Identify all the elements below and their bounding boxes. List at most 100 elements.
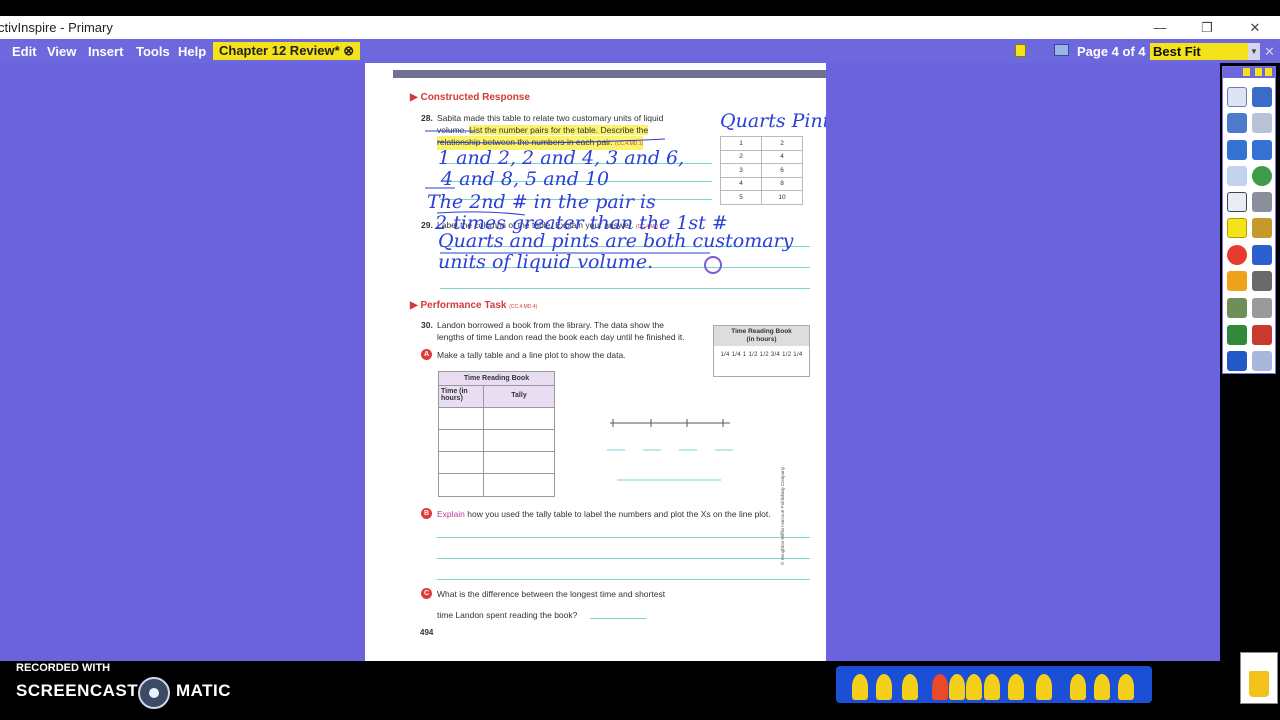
answer-line bbox=[440, 267, 810, 268]
pen-red-icon[interactable] bbox=[932, 674, 948, 700]
pen-yellow-icon[interactable] bbox=[902, 674, 918, 700]
select-icon[interactable] bbox=[1227, 192, 1247, 212]
q29-number: 29. bbox=[421, 220, 433, 230]
next-page-icon[interactable] bbox=[1252, 140, 1272, 160]
main-menu-icon[interactable] bbox=[1227, 87, 1247, 107]
table-row: 36 bbox=[720, 163, 803, 178]
eraser-icon[interactable] bbox=[1227, 245, 1247, 265]
table-cell: 2 bbox=[761, 136, 803, 151]
part-c-badge: C bbox=[421, 588, 432, 599]
menu-insert[interactable]: Insert bbox=[88, 44, 123, 59]
table-cell: 1 bbox=[720, 136, 762, 151]
table-row[interactable] bbox=[439, 430, 554, 452]
toolbox-close-icon[interactable] bbox=[1265, 68, 1272, 76]
table-row: 5 10 bbox=[720, 190, 803, 205]
table-cell: 8 bbox=[761, 176, 803, 191]
close-flipchart-icon[interactable]: ✕ bbox=[1264, 44, 1275, 60]
magic-ink-icon[interactable] bbox=[1252, 192, 1272, 212]
tally-col-tally: Tally bbox=[511, 392, 527, 399]
section1-title: Constructed Response bbox=[420, 92, 530, 103]
pen-yellow-icon[interactable] bbox=[1094, 674, 1110, 700]
trash-icon[interactable] bbox=[1249, 671, 1269, 697]
close-button[interactable]: ✕ bbox=[1241, 18, 1269, 38]
tab-close-icon[interactable]: ⊗ bbox=[343, 43, 354, 58]
highlighter-icon[interactable] bbox=[1252, 218, 1272, 238]
q28-line2b: List the number pairs for the table. Des… bbox=[469, 125, 649, 135]
q29-text: Label the columns of the table. Explain … bbox=[437, 219, 664, 233]
q29-text-main: Label the columns of the table. Explain … bbox=[437, 220, 634, 230]
toolbox-menu-icon[interactable] bbox=[1255, 68, 1262, 76]
table-row[interactable] bbox=[439, 408, 554, 430]
desktop-tools-icon[interactable] bbox=[1227, 113, 1247, 133]
table-row[interactable] bbox=[439, 474, 554, 496]
pen-yellow-icon[interactable] bbox=[949, 674, 965, 700]
toolbox-pin-icon[interactable] bbox=[1243, 68, 1250, 76]
restore-button[interactable]: ❐ bbox=[1193, 18, 1221, 38]
reset-icon[interactable] bbox=[1252, 325, 1272, 345]
worksheet-page[interactable]: ▶ Constructed Response 28. Sabita made t… bbox=[365, 63, 826, 661]
minimize-button[interactable]: — bbox=[1146, 18, 1174, 38]
menu-help[interactable]: Help bbox=[178, 44, 206, 59]
menu-view[interactable]: View bbox=[47, 44, 76, 59]
chevron-down-icon[interactable]: ▼ bbox=[1248, 43, 1260, 60]
pen-yellow-icon[interactable] bbox=[876, 674, 892, 700]
quarts-pints-body: 1 2 2 4 3 6 4 8 5 10 bbox=[720, 136, 803, 205]
part-b-body: how you used the tally table to label th… bbox=[467, 509, 771, 519]
text-icon[interactable] bbox=[1252, 271, 1272, 291]
toolbox-header[interactable] bbox=[1223, 67, 1275, 78]
answer-line bbox=[437, 579, 810, 580]
table-row[interactable] bbox=[439, 452, 554, 474]
q28-number: 28. bbox=[421, 113, 433, 123]
q28-line2: volume. List the number pairs for the ta… bbox=[437, 124, 649, 136]
table-row: 12 bbox=[720, 136, 803, 151]
pen-yellow-icon[interactable] bbox=[852, 674, 868, 700]
recorder-brand-right: MATIC bbox=[176, 681, 232, 700]
tally-header-row: Time (in hours) Tally bbox=[439, 386, 554, 408]
recorder-logo-icon bbox=[138, 677, 170, 709]
menu-tools[interactable]: Tools bbox=[136, 44, 170, 59]
camera-icon[interactable] bbox=[1252, 298, 1272, 318]
title-bar: ctivInspire - Primary — ❐ ✕ bbox=[0, 16, 1280, 39]
answer-line bbox=[440, 181, 712, 182]
play-icon[interactable] bbox=[1227, 166, 1247, 186]
table-cell: 3 bbox=[720, 163, 762, 178]
pen-yellow-icon[interactable] bbox=[984, 674, 1000, 700]
line-plot[interactable] bbox=[605, 415, 735, 485]
page-lock-icon[interactable] bbox=[1015, 44, 1026, 57]
undo-icon[interactable] bbox=[1227, 351, 1247, 371]
hw-line6: units of liquid volume. bbox=[438, 251, 653, 273]
pen-yellow-icon[interactable] bbox=[966, 674, 982, 700]
shape-icon[interactable] bbox=[1227, 271, 1247, 291]
pen-yellow-icon[interactable] bbox=[1036, 674, 1052, 700]
section2-title: Performance Task bbox=[420, 300, 507, 311]
section2-standard: (CC.4.MD.4) bbox=[509, 304, 538, 310]
answer-line bbox=[440, 246, 810, 247]
part-c-line1: What is the difference between the longe… bbox=[437, 589, 666, 599]
fill-icon[interactable] bbox=[1252, 245, 1272, 265]
document-tab-label: Chapter 12 Review* bbox=[219, 43, 340, 58]
section-performance-task: ▶ Performance Task (CC.4.MD.4) bbox=[410, 300, 538, 311]
redo-icon[interactable] bbox=[1252, 351, 1272, 371]
pen-yellow-icon[interactable] bbox=[1008, 674, 1024, 700]
resource-library-icon[interactable] bbox=[1227, 298, 1247, 318]
page-browser-icon[interactable] bbox=[1054, 44, 1069, 56]
part-b-text: Explain how you used the tally table to … bbox=[437, 508, 771, 520]
answer-line bbox=[437, 537, 810, 538]
answer-line bbox=[590, 618, 646, 619]
menu-edit[interactable]: Edit bbox=[12, 44, 37, 59]
document-tab[interactable]: Chapter 12 Review* ⊗ bbox=[213, 42, 361, 60]
pen-yellow-icon[interactable] bbox=[1070, 674, 1086, 700]
pen-yellow-icon[interactable] bbox=[1118, 674, 1134, 700]
part-b-lead: Explain bbox=[437, 509, 465, 519]
desktop-annotate-icon[interactable] bbox=[1252, 166, 1272, 186]
pen-icon[interactable] bbox=[1227, 218, 1247, 238]
tools-icon[interactable] bbox=[1252, 113, 1272, 133]
table-row: 48 bbox=[720, 176, 803, 191]
quarts-pints-table: 1 2 2 4 3 6 4 8 5 10 bbox=[720, 136, 803, 205]
clear-icon[interactable] bbox=[1227, 325, 1247, 345]
tally-table[interactable]: Time Reading Book Time (in hours) Tally bbox=[438, 371, 555, 497]
zoom-select[interactable]: Best Fit ▼ bbox=[1150, 43, 1260, 60]
flipchart-browser-icon[interactable] bbox=[1252, 87, 1272, 107]
previous-page-icon[interactable] bbox=[1227, 140, 1247, 160]
table-row: 24 bbox=[720, 149, 803, 164]
